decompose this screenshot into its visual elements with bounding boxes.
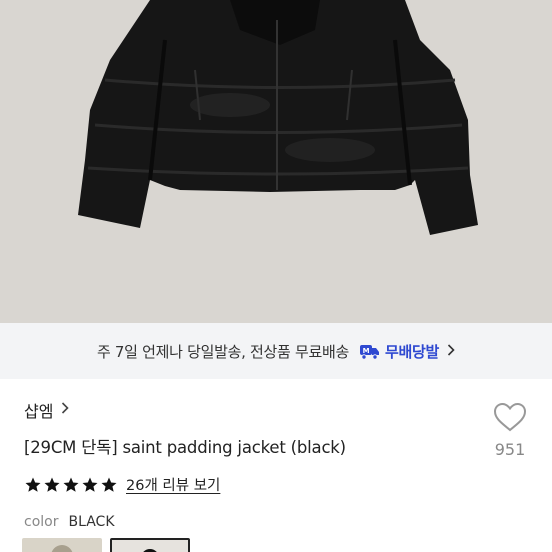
product-hero-image[interactable] bbox=[0, 0, 552, 323]
heart-icon bbox=[493, 402, 527, 432]
star-icon bbox=[82, 477, 98, 492]
star-icon bbox=[63, 477, 79, 492]
star-icon bbox=[101, 477, 117, 492]
brand-link[interactable]: 샵엠 bbox=[24, 398, 70, 422]
star-icon bbox=[44, 477, 60, 492]
svg-text:M: M bbox=[363, 347, 370, 355]
chevron-right-icon bbox=[447, 342, 455, 360]
color-value: BLACK bbox=[68, 514, 115, 530]
color-label: color bbox=[24, 514, 59, 530]
like-count: 951 bbox=[494, 440, 526, 459]
color-row: color BLACK bbox=[24, 514, 115, 530]
product-title: [29CM 단독] saint padding jacket (black) bbox=[24, 438, 346, 457]
truck-icon: M bbox=[359, 342, 381, 360]
color-swatch-option[interactable] bbox=[22, 538, 102, 552]
chevron-right-icon bbox=[61, 402, 70, 418]
review-link[interactable]: 26개 리뷰 보기 bbox=[126, 474, 220, 495]
brand-name: 샵엠 bbox=[24, 402, 54, 421]
shipping-text: 주 7일 언제나 당일발송, 전상품 무료배송 bbox=[96, 342, 350, 361]
jacket-image bbox=[0, 0, 552, 323]
color-swatch-option-selected[interactable] bbox=[110, 538, 190, 552]
like-button[interactable]: 951 bbox=[490, 402, 530, 459]
rating-stars bbox=[24, 476, 118, 494]
shipping-banner[interactable]: 주 7일 언제나 당일발송, 전상품 무료배송 M 무배당발 bbox=[0, 323, 552, 379]
rating-row: 26개 리뷰 보기 bbox=[24, 474, 220, 495]
star-icon bbox=[25, 477, 41, 492]
free-shipping-badge: 무배당발 bbox=[385, 342, 440, 361]
